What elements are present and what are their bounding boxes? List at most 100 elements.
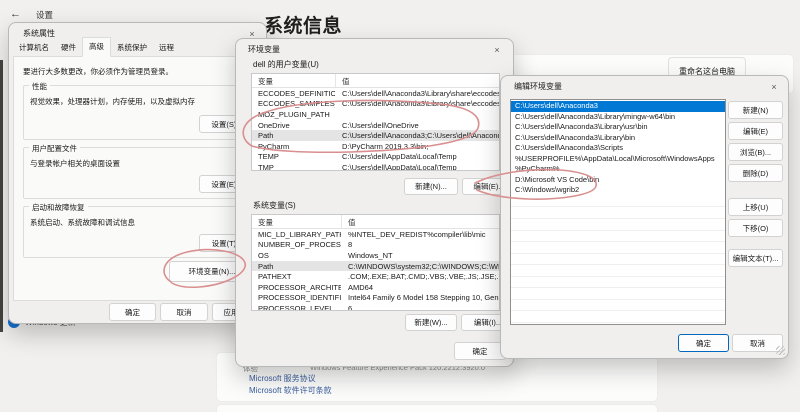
variable-value: 8: [341, 240, 499, 249]
variable-name: NUMBER_OF_PROCESSORS: [252, 240, 341, 249]
move-up-button[interactable]: 上移(U): [728, 198, 783, 216]
variable-value: D:\PyCharm 2019.3.3\bin;: [335, 142, 499, 151]
user-variables-label: dell 的用户变量(U): [253, 59, 319, 70]
browse-button[interactable]: 浏览(B)...: [728, 143, 783, 161]
tab-硬件[interactable]: 硬件: [55, 39, 82, 57]
path-list-empty-row[interactable]: [511, 196, 725, 208]
group-desc: 视觉效果，处理器计划，内存使用，以及虚拟内存: [30, 96, 195, 107]
path-list-item[interactable]: C:\Users\dell\Anaconda3\Scripts: [511, 143, 725, 154]
env-row-TEMP[interactable]: TEMPC:\Users\dell\AppData\Local\Temp: [252, 152, 499, 163]
tab-远程[interactable]: 远程: [153, 39, 180, 57]
edit-environment-variable-dialog: 编辑环境变量 × C:\Users\dell\Anaconda3C:\Users…: [500, 75, 789, 359]
env-row-PROCESSOR_ARCHITECTURE[interactable]: PROCESSOR_ARCHITECTUREAMD64: [252, 282, 499, 293]
path-list-empty-row[interactable]: [511, 300, 725, 312]
path-list-item[interactable]: D:\Microsoft VS Code\bin: [511, 175, 725, 186]
desktop: ← 设置 系统信息 重命名这台电脑 体验 Windows Feature Exp…: [0, 0, 800, 412]
resize-grip-icon[interactable]: [776, 346, 785, 355]
system-variables-table[interactable]: 变量 值 MIC_LD_LIBRARY_PATH%INTEL_DEV_REDIS…: [251, 214, 500, 311]
tab-计算机名[interactable]: 计算机名: [13, 39, 55, 57]
variable-name: Path: [252, 131, 335, 140]
path-list-empty-row[interactable]: [511, 231, 725, 243]
env-row-Path[interactable]: PathC:\WINDOWS\system32;C:\WINDOWS;C:\WI…: [252, 261, 499, 272]
close-icon[interactable]: ×: [765, 80, 783, 94]
variable-value: C:\Users\dell\AppData\Local\Temp: [335, 163, 499, 171]
system-new-button[interactable]: 新建(W)...: [405, 314, 457, 331]
ok-button[interactable]: 确定: [454, 342, 506, 360]
tab-bar: 计算机名硬件高级系统保护远程: [13, 41, 180, 57]
env-row-PyCharm[interactable]: PyCharmD:\PyCharm 2019.3.3\bin;: [252, 141, 499, 152]
env-row-ECCODES_DEFINITION_PATH[interactable]: ECCODES_DEFINITION_PATHC:\Users\dell\Ana…: [252, 88, 499, 99]
group-desc: 系统启动、系统故障和调试信息: [30, 217, 135, 228]
variable-value: C:\Users\dell\AppData\Local\Temp: [335, 152, 499, 161]
path-list-empty-row[interactable]: [511, 277, 725, 289]
path-list-empty-row[interactable]: [511, 242, 725, 254]
cancel-button[interactable]: 取消: [160, 303, 208, 321]
path-list-item[interactable]: %PyCharm%: [511, 164, 725, 175]
close-icon[interactable]: ×: [488, 43, 506, 57]
edit-button[interactable]: 编辑(E): [728, 122, 783, 140]
path-list[interactable]: C:\Users\dell\Anaconda3C:\Users\dell\Ana…: [510, 99, 726, 325]
group-label: 启动和故障恢复: [29, 202, 88, 213]
link-license-terms[interactable]: Microsoft 软件许可条款: [249, 385, 332, 396]
path-list-item[interactable]: C:\Users\dell\Anaconda3\Library\usr\bin: [511, 122, 725, 133]
system-properties-dialog: 系统属性 × 计算机名硬件高级系统保护远程 要进行大多数更改，你必须作为管理员登…: [8, 22, 267, 324]
path-list-empty-row[interactable]: [511, 254, 725, 266]
path-list-empty-row[interactable]: [511, 288, 725, 300]
move-down-button[interactable]: 下移(O): [728, 219, 783, 237]
variable-name: OneDrive: [252, 121, 335, 130]
variable-value: AMD64: [341, 283, 499, 292]
bottom-card: [216, 404, 658, 412]
variable-value: C:\Users\dell\Anaconda3\Library\share\ec…: [335, 89, 499, 98]
path-list-item[interactable]: C:\Users\dell\Anaconda3: [511, 101, 725, 112]
env-row-MOZ_PLUGIN_PATH[interactable]: MOZ_PLUGIN_PATH: [252, 109, 499, 120]
delete-button[interactable]: 删除(D): [728, 164, 783, 182]
env-row-ECCODES_SAMPLES_PATH[interactable]: ECCODES_SAMPLES_PATHC:\Users\dell\Anacon…: [252, 99, 499, 110]
path-list-empty-row[interactable]: [511, 207, 725, 219]
env-row-MIC_LD_LIBRARY_PATH[interactable]: MIC_LD_LIBRARY_PATH%INTEL_DEV_REDIST%com…: [252, 229, 499, 240]
path-list-empty-row[interactable]: [511, 311, 725, 323]
env-row-PROCESSOR_LEVEL[interactable]: PROCESSOR_LEVEL6: [252, 303, 499, 311]
user-new-button[interactable]: 新建(N)...: [404, 178, 458, 195]
variable-name: PATHEXT: [252, 272, 341, 281]
path-list-empty-row[interactable]: [511, 323, 725, 325]
env-row-PROCESSOR_IDENTIFIER[interactable]: PROCESSOR_IDENTIFIERIntel64 Family 6 Mod…: [252, 293, 499, 304]
env-row-TMP[interactable]: TMPC:\Users\dell\AppData\Local\Temp: [252, 162, 499, 171]
new-button[interactable]: 新建(N): [728, 101, 783, 119]
ok-button[interactable]: 确定: [109, 303, 156, 321]
path-list-item[interactable]: C:\Users\dell\Anaconda3\Library\bin: [511, 133, 725, 144]
ok-button[interactable]: 确定: [678, 334, 729, 352]
variable-value: C:\Users\dell\Anaconda3\Library\share\ec…: [335, 99, 499, 108]
env-row-PATHEXT[interactable]: PATHEXT.COM;.EXE;.BAT;.CMD;.VBS;.VBE;.JS…: [252, 271, 499, 282]
dialog-title: 环境变量: [248, 44, 280, 55]
dialog-title: 系统属性: [23, 28, 55, 39]
variable-value: Windows_NT: [341, 251, 499, 260]
user-variables-table[interactable]: 变量 值 ECCODES_DEFINITION_PATHC:\Users\del…: [251, 73, 500, 171]
variable-name: MOZ_PLUGIN_PATH: [252, 110, 335, 119]
column-value: 值: [335, 74, 499, 87]
edit-text-button[interactable]: 编辑文本(T)...: [728, 249, 783, 267]
tab-高级[interactable]: 高级: [82, 37, 111, 57]
variable-value: 6: [341, 304, 499, 311]
variable-name: MIC_LD_LIBRARY_PATH: [252, 230, 341, 239]
env-row-OneDrive[interactable]: OneDriveC:\Users\dell\OneDrive: [252, 120, 499, 131]
env-row-OS[interactable]: OSWindows_NT: [252, 250, 499, 261]
variable-name: PROCESSOR_LEVEL: [252, 304, 341, 311]
env-row-NUMBER_OF_PROCESSORS[interactable]: NUMBER_OF_PROCESSORS8: [252, 240, 499, 251]
variable-value: Intel64 Family 6 Model 158 Stepping 10, …: [341, 293, 499, 302]
path-list-item[interactable]: %USERPROFILE%\AppData\Local\Microsoft\Wi…: [511, 154, 725, 165]
environment-variables-dialog: 环境变量 × dell 的用户变量(U) 变量 值 ECCODES_DEFINI…: [235, 38, 514, 367]
path-list-item[interactable]: C:\Users\dell\Anaconda3\Library\mingw-w6…: [511, 112, 725, 123]
variable-name: ECCODES_DEFINITION_PATH: [252, 89, 335, 98]
link-services-agreement[interactable]: Microsoft 服务协议: [249, 373, 316, 384]
variable-value: C:\Users\dell\Anaconda3;C:\Users\dell\An…: [335, 131, 499, 140]
path-list-empty-row[interactable]: [511, 265, 725, 277]
back-arrow-icon[interactable]: ←: [10, 8, 21, 20]
variable-name: PROCESSOR_ARCHITECTURE: [252, 283, 341, 292]
path-list-item[interactable]: C:\Windows\wgrib2: [511, 185, 725, 196]
startup-recovery-group: 启动和故障恢复 系统启动、系统故障和调试信息 设置(T)...: [23, 206, 262, 258]
path-list-empty-row[interactable]: [511, 219, 725, 231]
env-row-Path[interactable]: PathC:\Users\dell\Anaconda3;C:\Users\del…: [252, 130, 499, 141]
tab-系统保护[interactable]: 系统保护: [111, 39, 153, 57]
table-header: 变量 值: [252, 215, 499, 229]
dialog-title: 编辑环境变量: [514, 81, 562, 92]
